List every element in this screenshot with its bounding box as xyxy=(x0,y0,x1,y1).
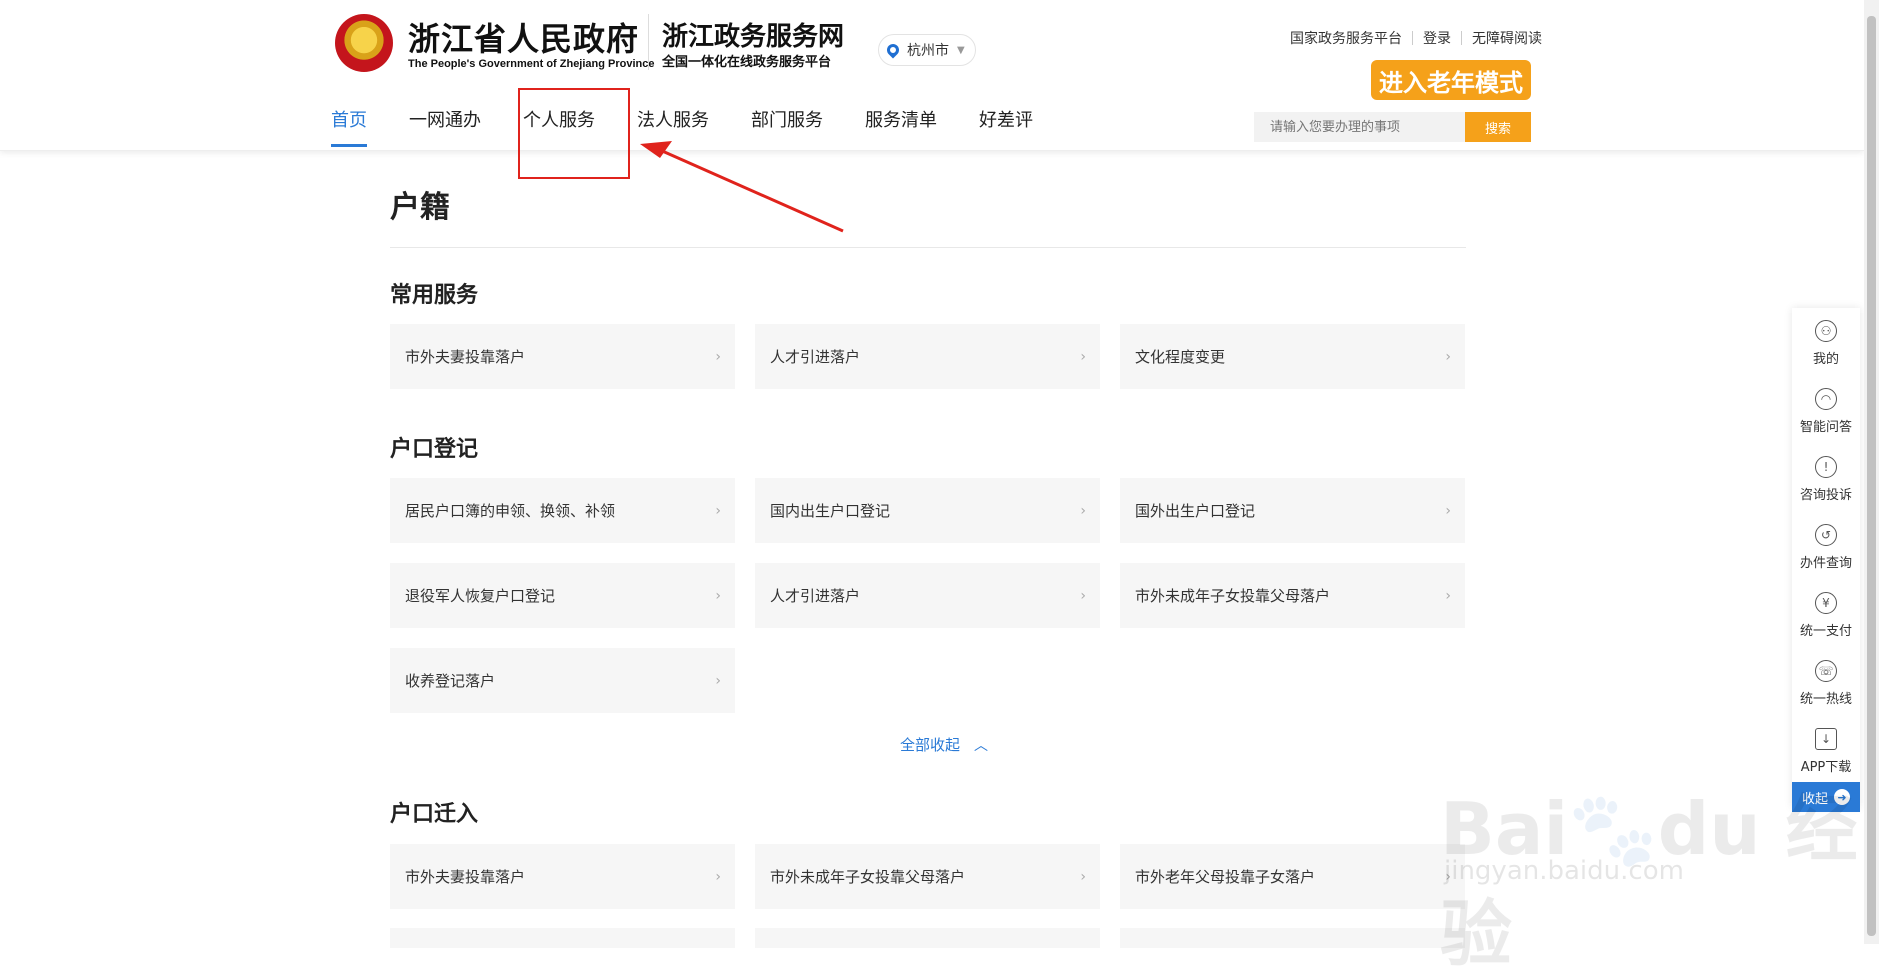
title-divider xyxy=(390,247,1466,248)
service-card[interactable]: 人才引进落户 › xyxy=(755,563,1100,628)
section-title-move-in: 户口迁入 xyxy=(390,802,479,827)
chevron-right-icon: › xyxy=(1445,587,1451,604)
chevron-right-icon: › xyxy=(1080,587,1086,604)
service-card-label: 国内出生户口登记 xyxy=(770,502,891,520)
service-card-label: 市外老年父母投靠子女落户 xyxy=(1135,868,1316,886)
service-card-label: 退役军人恢复户口登记 xyxy=(405,587,556,605)
service-card[interactable]: 市外夫妻投靠落户 › xyxy=(390,324,735,389)
service-card-label: 居民户口簿的申领、换领、补领 xyxy=(405,502,616,520)
service-card[interactable]: 文化程度变更 › xyxy=(1120,324,1465,389)
service-card-label: 人才引进落户 xyxy=(770,348,861,366)
chevron-right-icon: › xyxy=(715,672,721,689)
float-label: 统一热线 xyxy=(1799,692,1852,707)
chevron-right-icon: › xyxy=(1445,502,1451,519)
scrollbar-thumb[interactable] xyxy=(1867,16,1876,936)
download-icon: ↓ xyxy=(1815,728,1837,750)
chevron-right-icon: › xyxy=(1445,348,1451,365)
chevron-right-icon: › xyxy=(715,502,721,519)
collapse-all-link[interactable]: 全部收起 ︿ xyxy=(900,734,988,755)
service-card-label: 市外夫妻投靠落户 xyxy=(405,348,526,366)
float-label: 咨询投诉 xyxy=(1799,488,1852,503)
service-card-label: 收养登记落户 xyxy=(405,672,496,690)
headset-icon: ◠ xyxy=(1815,388,1837,410)
service-card-label: 人才引进落户 xyxy=(770,587,861,605)
vertical-scrollbar[interactable] xyxy=(1864,0,1879,944)
service-card-partial[interactable] xyxy=(755,928,1100,948)
service-card-label: 市外未成年子女投靠父母落户 xyxy=(1135,587,1331,605)
service-card[interactable]: 市外老年父母投靠子女落户 › xyxy=(1120,844,1465,909)
service-card[interactable]: 收养登记落户 › xyxy=(390,648,735,713)
phone-icon: ☏ xyxy=(1815,660,1837,682)
chevron-right-icon: › xyxy=(715,348,721,365)
floating-toolbar: ⚇ 我的 ◠ 智能问答 ! 咨询投诉 ↺ 办件查询 ¥ 统一支付 ☏ 统一热线 ↓ APP下载… xyxy=(1792,308,1860,812)
float-payment[interactable]: ¥ 统一支付 xyxy=(1792,592,1860,639)
service-card[interactable]: 市外夫妻投靠落户 › xyxy=(390,844,735,909)
page-title: 户籍 xyxy=(390,190,450,225)
chevron-up-icon: ︿ xyxy=(974,737,989,754)
float-label: 我的 xyxy=(1812,352,1839,367)
chevron-right-icon: › xyxy=(1080,868,1086,885)
service-card-partial[interactable] xyxy=(1120,928,1465,948)
float-app-download[interactable]: ↓ APP下载 xyxy=(1792,728,1860,775)
service-card[interactable]: 居民户口簿的申领、换领、补领 › xyxy=(390,478,735,543)
chevron-right-icon: › xyxy=(715,587,721,604)
service-card[interactable]: 人才引进落户 › xyxy=(755,324,1100,389)
float-smart-qa[interactable]: ◠ 智能问答 xyxy=(1792,388,1860,435)
service-card-label: 国外出生户口登记 xyxy=(1135,502,1256,520)
float-label: 统一支付 xyxy=(1799,624,1852,639)
service-card-partial[interactable] xyxy=(390,928,735,948)
service-card-label: 市外夫妻投靠落户 xyxy=(405,868,526,886)
section-title-common: 常用服务 xyxy=(390,283,479,308)
watermark-url: jingyan.baidu.com xyxy=(1444,856,1684,886)
shield-alert-icon: ! xyxy=(1815,456,1837,478)
history-icon: ↺ xyxy=(1815,524,1837,546)
float-complaint[interactable]: ! 咨询投诉 xyxy=(1792,456,1860,503)
float-label: 办件查询 xyxy=(1799,556,1852,571)
chevron-right-icon: › xyxy=(1080,502,1086,519)
float-my[interactable]: ⚇ 我的 xyxy=(1792,320,1860,367)
collapse-all-label: 全部收起 xyxy=(900,736,961,754)
service-card[interactable]: 市外未成年子女投靠父母落户 › xyxy=(1120,563,1465,628)
chevron-right-icon: › xyxy=(715,868,721,885)
user-icon: ⚇ xyxy=(1815,320,1837,342)
service-card[interactable]: 国内出生户口登记 › xyxy=(755,478,1100,543)
yen-icon: ¥ xyxy=(1815,592,1837,614)
chevron-right-icon: › xyxy=(1080,348,1086,365)
service-card[interactable]: 国外出生户口登记 › xyxy=(1120,478,1465,543)
float-hotline[interactable]: ☏ 统一热线 xyxy=(1792,660,1860,707)
service-card-label: 文化程度变更 xyxy=(1135,348,1226,366)
float-label: 智能问答 xyxy=(1799,420,1852,435)
service-card[interactable]: 退役军人恢复户口登记 › xyxy=(390,563,735,628)
service-card-label: 市外未成年子女投靠父母落户 xyxy=(770,868,966,886)
float-case-query[interactable]: ↺ 办件查询 xyxy=(1792,524,1860,571)
service-card[interactable]: 市外未成年子女投靠父母落户 › xyxy=(755,844,1100,909)
section-title-registration: 户口登记 xyxy=(390,437,479,462)
